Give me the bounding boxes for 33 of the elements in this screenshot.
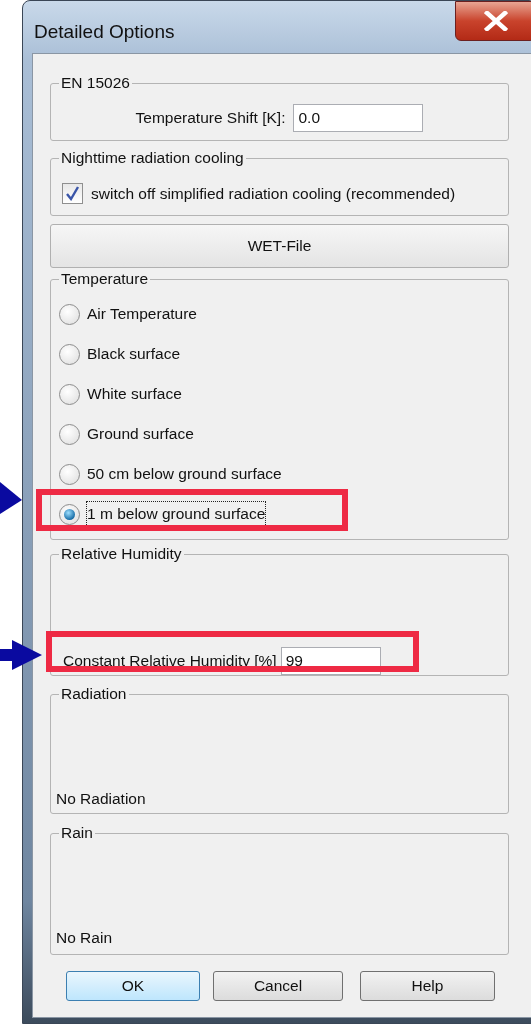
radio-button[interactable]: [59, 343, 80, 365]
radio-button[interactable]: [59, 303, 80, 325]
arrow-icon: [0, 640, 42, 670]
radio-label: 1 m below ground surface: [87, 502, 266, 526]
radio-label: Ground surface: [87, 424, 194, 445]
group-label: Radiation: [60, 685, 128, 703]
radio-button[interactable]: [59, 463, 80, 485]
text-field[interactable]: 0.0: [293, 104, 424, 132]
close-icon: [483, 11, 508, 31]
group-label: EN 15026: [60, 74, 131, 92]
radio-label: Air Temperature: [87, 304, 197, 325]
radio-label: White surface: [87, 384, 182, 405]
dialog-button[interactable]: Help: [360, 971, 495, 1001]
window-title: Detailed Options: [34, 21, 175, 43]
group-label: Rain: [60, 824, 94, 842]
checkbox-label: switch off simplified radiation cooling (recommended): [91, 184, 456, 204]
arrow-icon: [0, 480, 22, 516]
group-label: Relative Humidity: [60, 545, 183, 563]
radio-label: Black surface: [87, 344, 181, 365]
group-label: Nighttime radiation cooling: [60, 149, 245, 167]
dialog-button[interactable]: OK: [66, 971, 200, 1001]
radio-button[interactable]: [59, 383, 80, 405]
radio-button[interactable]: [59, 503, 80, 525]
checkbox[interactable]: [62, 183, 83, 205]
field-label: Temperature Shift [K]:: [135, 108, 286, 129]
radio-button[interactable]: [59, 423, 80, 445]
close-button[interactable]: [455, 1, 531, 41]
dialog-button[interactable]: Cancel: [213, 971, 343, 1001]
group-label: Temperature: [60, 270, 149, 288]
wet-file-button[interactable]: WET-File: [50, 224, 509, 268]
status-text: No Radiation: [56, 789, 146, 809]
radio-label: 50 cm below ground surface: [87, 464, 282, 485]
status-text: No Rain: [56, 928, 112, 948]
